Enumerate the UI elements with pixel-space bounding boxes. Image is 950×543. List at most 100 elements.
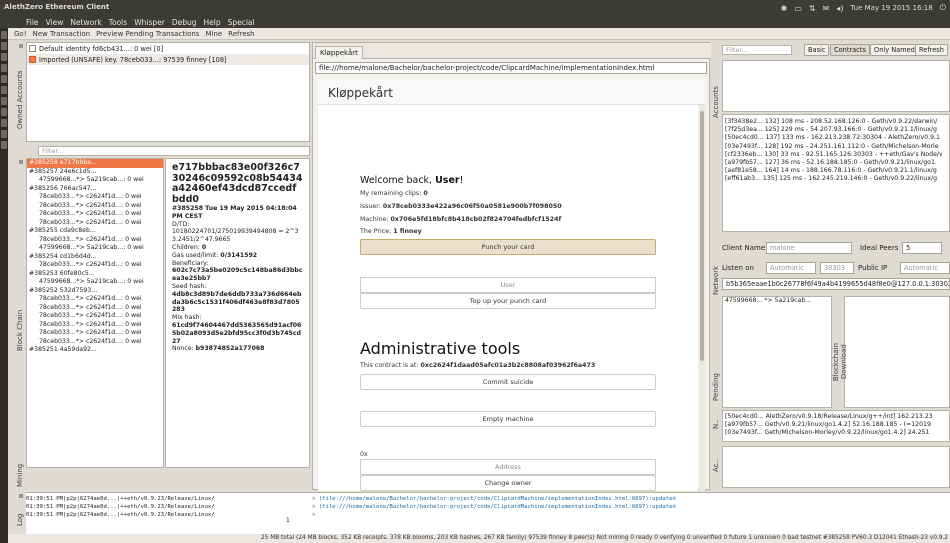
volume-icon[interactable]: ◂) [836,4,843,13]
block-row[interactable]: #385251 4a59da92... [27,346,163,355]
node-row[interactable]: [a979fb57... Geth/v0.9.21/linux/go1.4.2]… [723,421,949,429]
accounts-filter-input[interactable]: Filter... [722,45,792,55]
menu-whisper[interactable]: Whisper [134,18,165,27]
launcher-app-icon[interactable] [1,86,7,94]
transaction-row[interactable]: 78ceb033...*> c2624f1d...: 0 wei [27,236,163,245]
block-row[interactable]: #385257 24e6c1d5... [27,168,163,177]
dock-label-network[interactable]: Network [712,260,720,300]
block-row[interactable]: #385253 60fe80c5... [27,270,163,279]
only-named-button[interactable]: Only Named [870,44,919,56]
account-checkbox[interactable] [29,45,36,52]
dock-close-icon[interactable]: ⊠ [18,160,24,166]
block-row[interactable]: #385255 cda9c8eb... [27,227,163,236]
menu-help[interactable]: Help [203,18,220,27]
transaction-row[interactable]: 78ceb033...*> c2624f1d...: 0 wei [27,219,163,228]
menu-view[interactable]: View [46,18,64,27]
transaction-row[interactable]: 47599668...*> 5a219cab...: 0 wei [27,278,163,287]
transaction-row[interactable]: 47599668...*> 5a219cab...: 0 wei [27,176,163,185]
menu-tools[interactable]: Tools [109,18,127,27]
preview-pending-button[interactable]: Preview Pending Transactions [96,30,199,38]
peer-row[interactable]: [7f25d3ea... 125] 229 ms - 54.207.93.166… [723,126,949,134]
launcher-app-icon[interactable] [1,31,7,39]
basic-button[interactable]: Basic [804,44,830,56]
log-verbosity-slider[interactable]: 1 [272,495,308,525]
dock-label-nodes[interactable]: N.. [712,414,720,434]
transaction-row[interactable]: 78ceb033...*> c2624f1d...: 0 wei [27,193,163,202]
transaction-row[interactable]: 78ceb033...*> c2624f1d...: 0 wei [27,202,163,211]
top-up-button[interactable]: Top up your punch card [360,293,656,309]
block-row[interactable]: #385258 e717bbba... [27,159,163,168]
dock-label-pending[interactable]: Pending [712,372,720,402]
pending-row[interactable]: 47599668... *> 5a219cab... [723,297,831,305]
dock-label-activity[interactable]: Ac.. [712,456,720,476]
log-row[interactable]: 01:39:51 PM|p2p|6274ae0d...|++eth/v0.9.2… [26,503,270,511]
menu-network[interactable]: Network [70,18,101,27]
port-input[interactable]: 30303 [820,262,854,274]
public-ip-input[interactable]: Automatic [900,262,950,274]
new-transaction-button[interactable]: New Transaction [33,30,91,38]
peer-row[interactable]: [eff61ab3... 135] 125 ms - 162.245.219.1… [723,175,949,183]
transaction-row[interactable]: 78ceb033...*> c2624f1d...: 0 wei [27,312,163,321]
account-row[interactable]: Imported (UNSAFE) key. 78ceb033...: 9753… [27,54,309,65]
ideal-peers-input[interactable]: 5 [902,242,942,254]
client-name-input[interactable]: malone [766,242,852,254]
transaction-row[interactable]: 78ceb033...*> c2624f1d...: 0 wei [27,304,163,313]
peer-row[interactable]: [50ec4cd0... 137] 133 ms - 162.213.238.7… [723,134,949,142]
listen-on-input[interactable]: Automatic [766,262,816,274]
punch-card-button[interactable]: Punch your card [360,239,656,255]
enode-field[interactable]: b5b365eaae1b0c26778f6f49a4b4199655d48f8e… [722,278,950,290]
launcher-app-icon[interactable] [1,108,7,116]
peer-row[interactable]: [aef81e58... 164] 14 ms - 188.166.78.116… [723,167,949,175]
block-row[interactable]: #385252 532d7593... [27,287,163,296]
address-input[interactable]: Address [360,459,656,475]
commit-suicide-button[interactable]: Commit suicide [360,374,656,390]
account-row[interactable]: Default identity fd6cb431...: 0 wei [0] [27,43,309,54]
account-checkbox[interactable] [29,56,36,63]
launcher-app-icon[interactable] [1,64,7,72]
transaction-row[interactable]: 78ceb033...*> c2624f1d...: 0 wei [27,338,163,347]
peer-row[interactable]: [3f3438e2... 132] 108 ms - 208.52.168.12… [723,118,949,126]
launcher-app-icon[interactable] [1,119,7,127]
peer-row[interactable]: [03e7493f... 128] 192 ms - 24.251.161.11… [723,143,949,151]
block-row[interactable]: #385254 cd1b6d4d... [27,253,163,262]
dock-label-owned-accounts[interactable]: Owned Accounts [16,60,24,140]
console-input[interactable]: > [312,511,676,519]
transaction-row[interactable]: 78ceb033...*> c2624f1d...: 0 wei [27,295,163,304]
node-row[interactable]: [03e7493f... Geth/Michelson-Morley/v0.9.… [723,429,949,437]
block-row[interactable]: #385256 766ac547... [27,185,163,194]
url-input[interactable]: file:///home/malone/Bachelor/bachelor-pr… [315,62,707,74]
dock-close-icon[interactable]: ⊠ [18,494,24,500]
launcher-app-icon[interactable] [1,75,7,83]
refresh-accounts-button[interactable]: Refresh [915,44,948,56]
transaction-row[interactable]: 47599668...*> 5a219cab...: 0 wei [27,244,163,253]
tab-klippekart[interactable]: Kløppekårt [315,46,363,59]
dock-label-block-chain[interactable]: Block Chain [16,300,24,360]
bluetooth-icon[interactable]: ✱ [781,4,788,13]
page-scrollbar-thumb[interactable] [700,111,704,361]
clock[interactable]: Tue May 19 2015 16:18 [850,4,932,12]
dock-label-log[interactable]: Log [16,510,24,530]
mine-button[interactable]: Mine [205,30,222,38]
power-icon[interactable]: ⏻ [940,3,946,13]
log-row[interactable]: 01:39:51 PM|p2p|6274ae0d...|++eth/v0.9.2… [26,495,270,503]
refresh-button[interactable]: Refresh [228,30,254,38]
peer-row[interactable]: [a979fb57... 127] 36 ms - 52.16.188.185:… [723,159,949,167]
launcher-app-icon[interactable] [1,97,7,105]
menu-special[interactable]: Special [228,18,255,27]
log-row[interactable]: 01:39:51 PM|p2p|6274ae0d...|++eth/v0.9.2… [26,511,270,519]
transaction-row[interactable]: 78ceb033...*> c2624f1d...: 0 wei [27,321,163,330]
dock-label-mining[interactable]: Mining [16,460,24,490]
transaction-row[interactable]: 78ceb033...*> c2624f1d...: 0 wei [27,329,163,338]
launcher-app-icon[interactable] [1,141,7,149]
dock-label-accounts[interactable]: Accounts [712,82,720,122]
launcher-app-icon[interactable] [1,130,7,138]
peer-row[interactable]: [cf2336eb... 130] 33 ms - 92.51.165.126:… [723,151,949,159]
dock-label-blockchain-download[interactable]: Blockchain Download [832,332,848,392]
network-icon[interactable]: ⇅ [809,4,816,13]
blockchain-filter-input[interactable]: Filter... [38,146,310,156]
node-row[interactable]: [50ec4cd0... AlethZero/v0.9.18/Release/L… [723,413,949,421]
transaction-row[interactable]: 78ceb033...*> c2624f1d...: 0 wei [27,210,163,219]
user-input[interactable]: User [360,277,656,293]
battery-icon[interactable]: ▭ [794,4,802,13]
transaction-row[interactable]: 78ceb033...*> c2624f1d...: 0 wei [27,261,163,270]
